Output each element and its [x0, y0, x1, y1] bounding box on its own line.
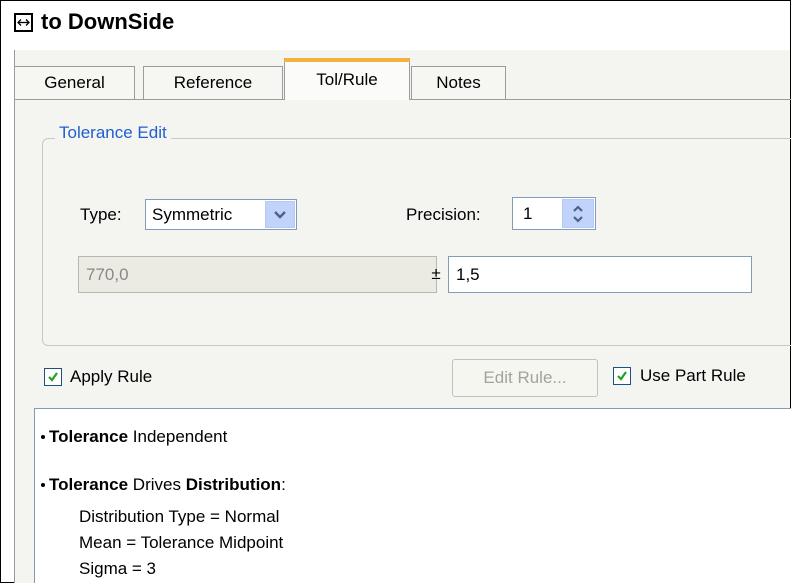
- apply-rule-checkbox[interactable]: [44, 368, 62, 386]
- checkmark-icon: [617, 371, 627, 381]
- tab-notes[interactable]: Notes: [411, 66, 506, 99]
- bullet-icon: [41, 482, 45, 487]
- description-line: Mean = Tolerance Midpoint: [79, 533, 284, 552]
- description-text: Independent: [128, 427, 228, 446]
- description-text: Drives: [128, 475, 186, 494]
- plus-minus-sign: ±: [431, 264, 441, 283]
- description-keyword: Distribution: [185, 475, 282, 494]
- checkmark-icon: [48, 372, 58, 382]
- nominal-value-field: 770,0: [78, 256, 437, 293]
- type-label: Type:: [80, 205, 122, 224]
- tolerance-value: 1,5: [456, 265, 480, 284]
- precision-spinner[interactable]: 1: [512, 197, 596, 230]
- apply-rule-label[interactable]: Apply Rule: [70, 367, 152, 387]
- horizontal-dimension-icon: [14, 12, 33, 32]
- tolerance-value-field[interactable]: 1,5: [448, 256, 752, 293]
- tab-tol-rule[interactable]: Tol/Rule: [284, 58, 410, 100]
- spinner-arrows-icon[interactable]: [562, 199, 594, 228]
- tolerance-edit-group: [42, 138, 791, 346]
- description-line: Sigma = 3: [79, 559, 157, 578]
- tolerance-edit-label: Tolerance Edit: [55, 123, 171, 143]
- precision-label: Precision:: [406, 205, 481, 224]
- rule-description-box[interactable]: Tolerance Independent Tolerance Drives D…: [34, 408, 791, 583]
- edit-rule-button[interactable]: Edit Rule...: [452, 359, 598, 397]
- nominal-value: 770,0: [86, 265, 129, 284]
- tab-reference[interactable]: Reference: [143, 66, 283, 99]
- description-line: Distribution Type = Normal: [79, 507, 280, 526]
- description-line: Tolerance Independent: [41, 427, 227, 447]
- title-bar: to DownSide: [14, 6, 174, 38]
- chevron-down-icon[interactable]: [265, 201, 295, 228]
- tab-general[interactable]: General: [14, 66, 135, 99]
- description-keyword: Tolerance: [49, 427, 129, 446]
- precision-value: 1: [523, 204, 533, 223]
- description-keyword: Tolerance: [49, 475, 129, 494]
- dialog-title: to DownSide: [41, 9, 175, 34]
- type-select-value: Symmetric: [152, 205, 233, 224]
- description-text: :: [281, 475, 286, 494]
- description-line: Tolerance Drives Distribution:: [41, 475, 286, 495]
- type-select[interactable]: Symmetric: [145, 199, 297, 230]
- bullet-icon: [41, 434, 45, 439]
- use-part-rule-checkbox[interactable]: [613, 367, 631, 385]
- use-part-rule-label[interactable]: Use Part Rule: [640, 366, 746, 386]
